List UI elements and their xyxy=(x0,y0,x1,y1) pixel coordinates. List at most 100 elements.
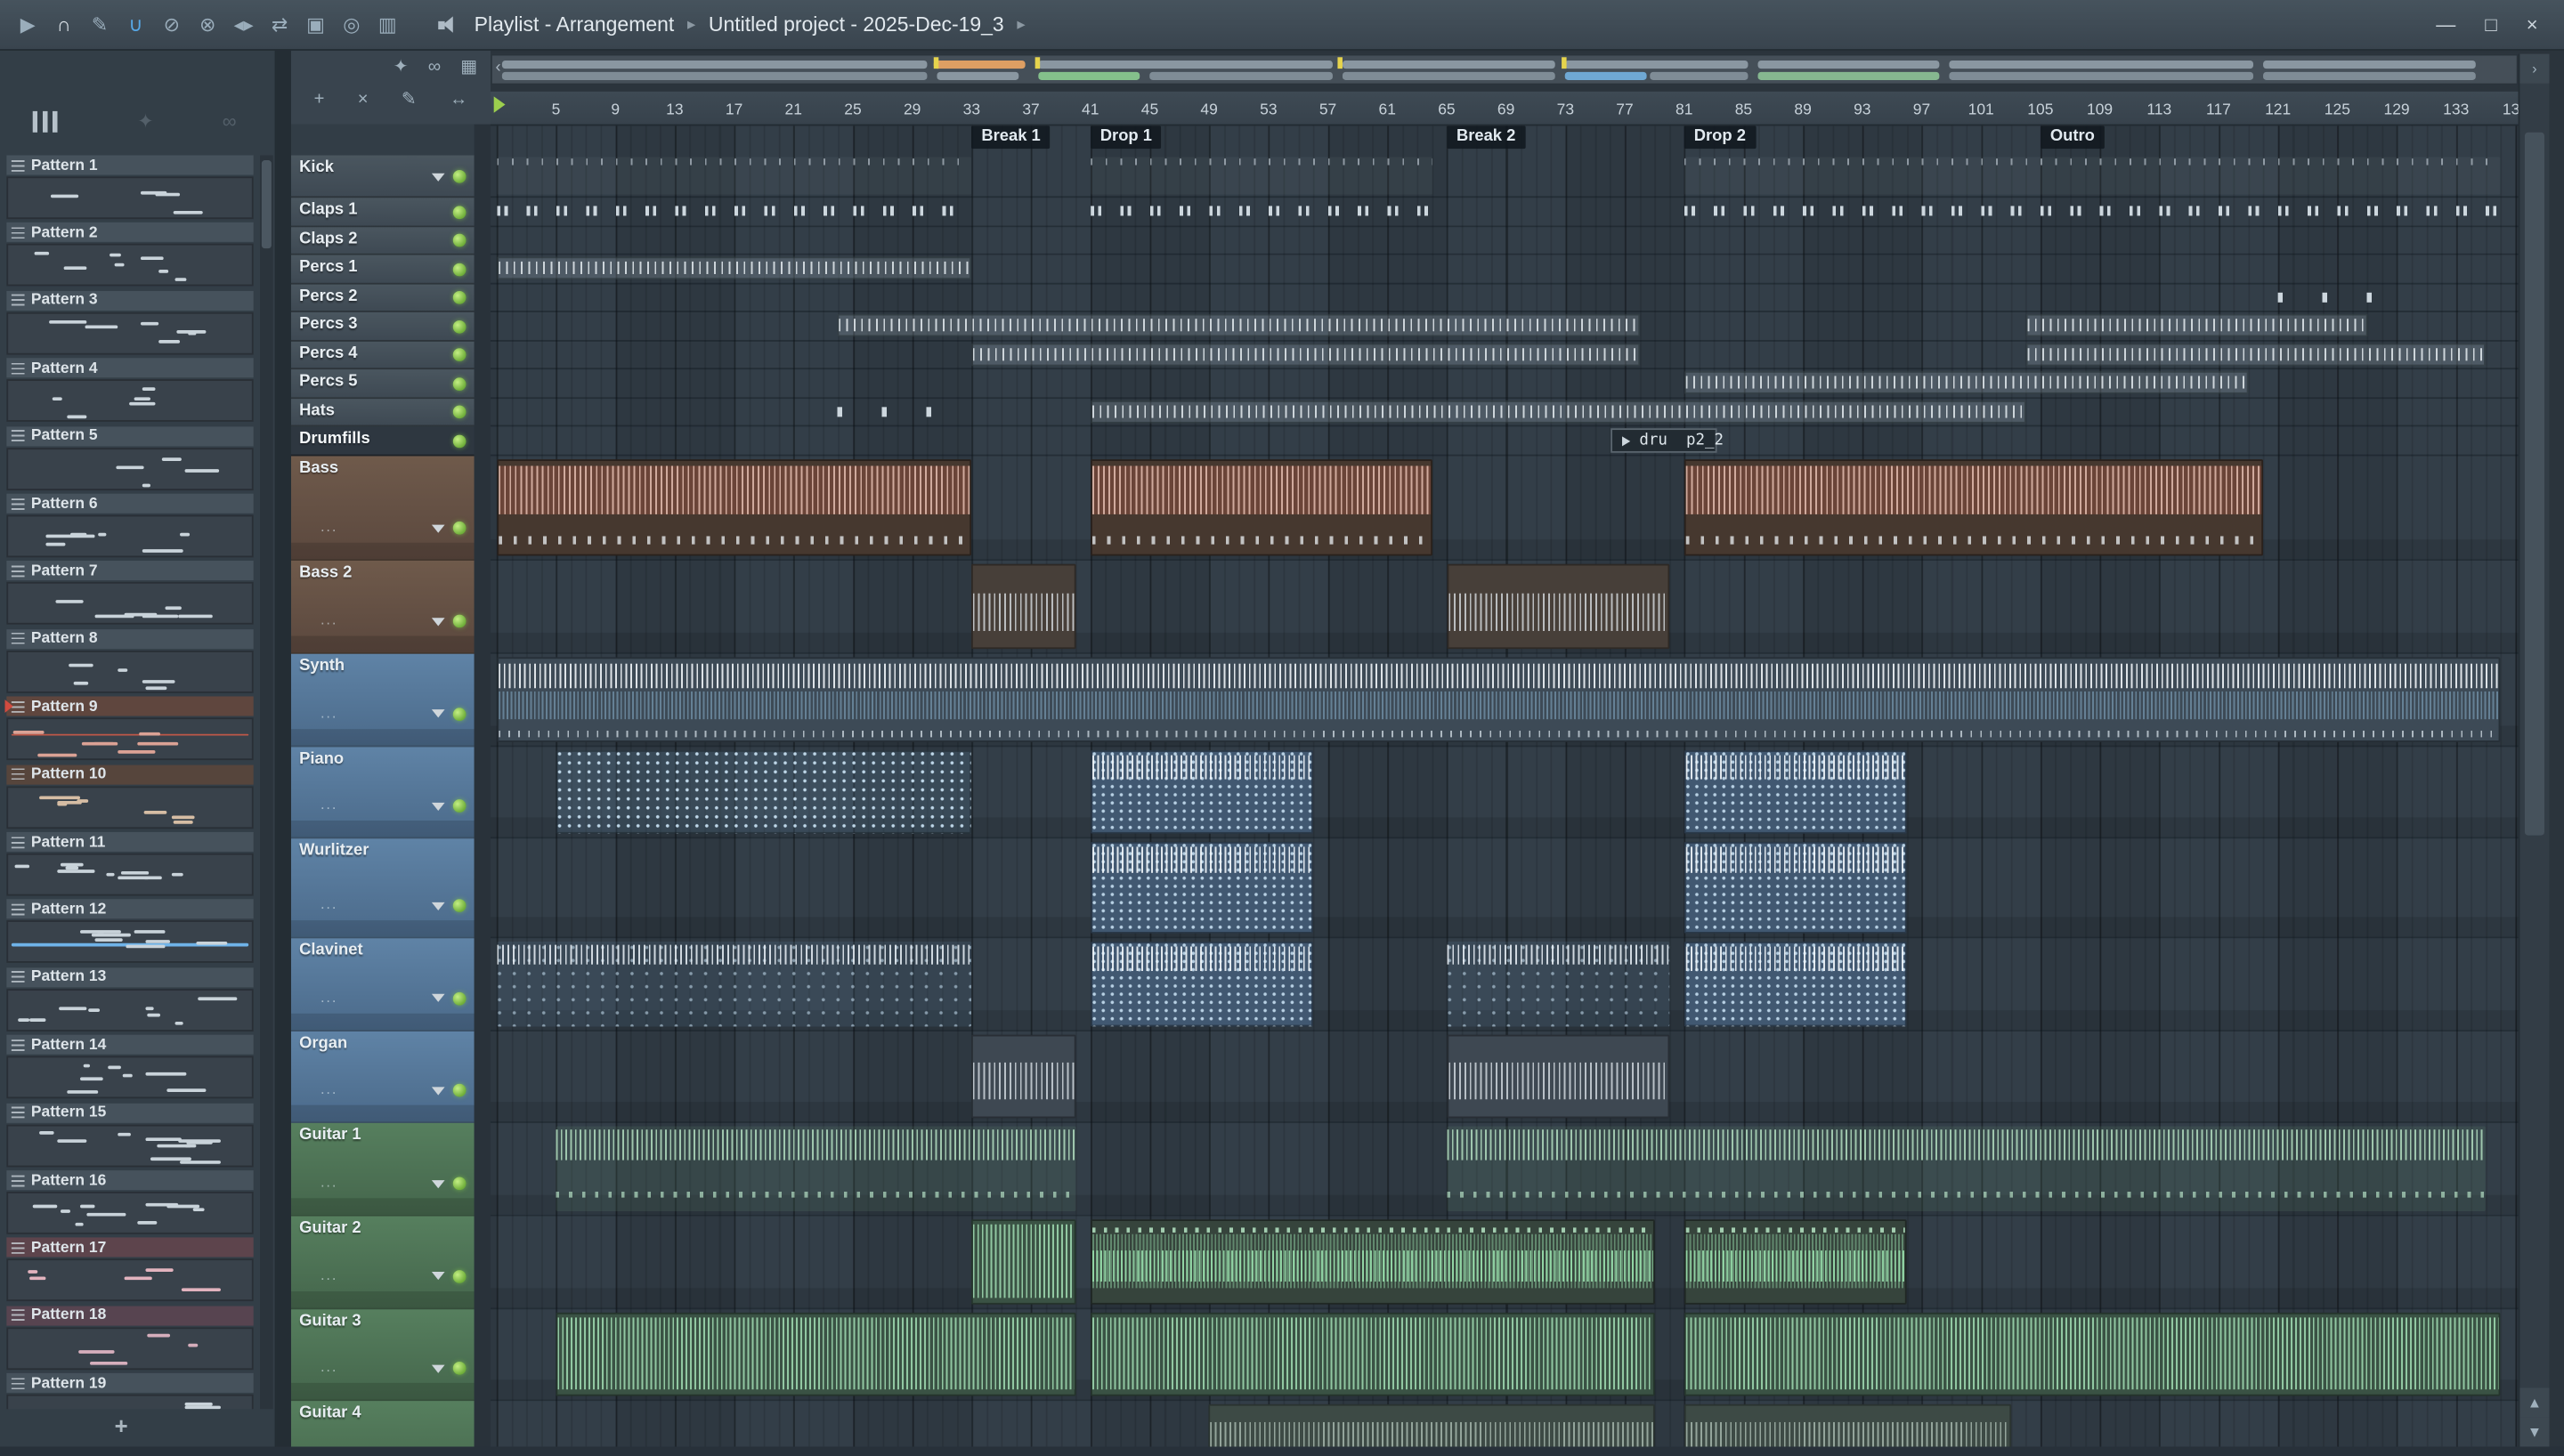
clip-guitar-3[interactable] xyxy=(556,1311,1076,1396)
pattern-item[interactable]: Pattern 13 xyxy=(6,967,254,1031)
full-view-icon[interactable]: ▣ xyxy=(297,13,333,36)
slide-tool-icon[interactable]: ✎ xyxy=(82,13,118,36)
clip-guitar-4[interactable] xyxy=(1209,1403,1655,1447)
clip-wurlitzer[interactable] xyxy=(1090,841,1313,934)
track-options-dots[interactable]: ... xyxy=(320,611,337,627)
track-options-dots[interactable]: ... xyxy=(320,1358,337,1374)
track-enable-led[interactable] xyxy=(452,899,467,912)
track-header-claps-1[interactable]: Claps 1 xyxy=(290,198,475,227)
pattern-item[interactable]: Pattern 1 xyxy=(6,155,254,220)
clip-guitar-3[interactable] xyxy=(1090,1311,1655,1396)
playlist-grid[interactable]: Break 1 Drop 1 Break 2 Drop 2 Outro dru p2_2 xyxy=(491,124,2519,1447)
dragged-clip-label[interactable]: dru p2_2 xyxy=(1610,428,1724,453)
track-options-dots[interactable]: ... xyxy=(320,704,337,720)
track-options-dots[interactable]: ... xyxy=(320,1174,337,1190)
clip-percs-3[interactable] xyxy=(838,313,1640,337)
clip-guitar-4[interactable] xyxy=(1684,1403,2011,1447)
clip-percs-3[interactable] xyxy=(2025,313,2367,337)
track-options-dots[interactable]: ... xyxy=(320,1266,337,1282)
clip-bass[interactable] xyxy=(1684,458,2263,556)
clip-hats[interactable] xyxy=(838,400,942,423)
clip-percs-4[interactable] xyxy=(2025,342,2487,366)
track-header-percs-4[interactable]: Percs 4 xyxy=(290,340,475,370)
scroll-up-button[interactable]: ▲ xyxy=(2519,1387,2550,1418)
pattern-item[interactable]: Pattern 6 xyxy=(6,493,254,558)
track-enable-led[interactable] xyxy=(452,170,467,183)
track-header-organ[interactable]: Organ... xyxy=(290,1031,475,1123)
track-header-clavinet[interactable]: Clavinet... xyxy=(290,938,475,1031)
close-button[interactable]: × xyxy=(2527,13,2538,36)
track-header-hats[interactable]: Hats xyxy=(290,398,475,427)
track-dropdown-icon[interactable] xyxy=(431,1086,445,1095)
clip-percs-2[interactable] xyxy=(2277,285,2382,309)
track-options-dots[interactable]: ... xyxy=(320,1080,337,1096)
clip-percs-5[interactable] xyxy=(1684,370,2249,394)
wand-icon[interactable]: ✦ xyxy=(394,55,409,77)
pattern-item[interactable]: Pattern 9 xyxy=(4,696,254,761)
pattern-item[interactable]: Pattern 15 xyxy=(6,1103,254,1167)
scroll-left-icon[interactable]: ‹ xyxy=(496,59,501,77)
pattern-item[interactable]: Pattern 12 xyxy=(6,899,254,964)
add-pattern-button[interactable]: + xyxy=(115,1412,128,1438)
clip-piano[interactable] xyxy=(1090,749,1313,834)
track-enable-led[interactable] xyxy=(452,1177,467,1191)
pattern-item[interactable]: Pattern 14 xyxy=(6,1034,254,1099)
track-enable-led[interactable] xyxy=(452,234,467,247)
step-arrows-icon[interactable]: ◂▸ xyxy=(225,13,261,36)
track-enable-led[interactable] xyxy=(452,348,467,362)
track-dropdown-icon[interactable] xyxy=(431,172,445,181)
track-enable-led[interactable] xyxy=(452,291,467,305)
clip-hats[interactable] xyxy=(1090,400,2026,423)
pattern-item[interactable]: Pattern 17 xyxy=(6,1238,254,1302)
pattern-item[interactable]: Pattern 4 xyxy=(6,358,254,423)
pattern-item[interactable]: Pattern 7 xyxy=(6,561,254,626)
clip-piano[interactable] xyxy=(1684,749,1907,834)
clip-piano[interactable] xyxy=(556,749,972,834)
clip-organ[interactable] xyxy=(1446,1033,1670,1119)
track-enable-led[interactable] xyxy=(452,376,467,391)
clip-clavinet[interactable] xyxy=(1684,941,1907,1026)
clip-kick[interactable] xyxy=(1684,157,2501,194)
track-header-piano[interactable]: Piano... xyxy=(290,746,475,839)
track-header-bass[interactable]: Bass... xyxy=(290,455,475,561)
track-header-guitar-4[interactable]: Guitar 4... xyxy=(290,1401,475,1447)
pattern-list-scrollbar[interactable] xyxy=(260,155,273,1410)
song-start-marker-icon[interactable] xyxy=(493,96,506,113)
fl-logo-icon[interactable]: ∩ xyxy=(45,13,81,36)
link-icon[interactable]: ∞ xyxy=(428,56,441,76)
track-options-dots[interactable]: ... xyxy=(320,896,337,912)
clip-percs-4[interactable] xyxy=(971,342,1640,366)
pattern-item[interactable]: Pattern 10 xyxy=(6,764,254,829)
track-enable-led[interactable] xyxy=(452,405,467,419)
pattern-item[interactable]: Pattern 8 xyxy=(6,628,254,693)
track-dropdown-icon[interactable] xyxy=(431,523,445,532)
draw-icon[interactable]: ✎ xyxy=(402,88,417,109)
pattern-item[interactable]: Pattern 19 xyxy=(6,1373,254,1410)
add-icon[interactable]: + xyxy=(314,89,325,109)
clip-bass[interactable] xyxy=(1090,458,1432,556)
track-dropdown-icon[interactable] xyxy=(431,801,445,811)
track-dropdown-icon[interactable] xyxy=(431,901,445,910)
track-enable-led[interactable] xyxy=(452,205,467,219)
track-lane-wurlitzer[interactable] xyxy=(491,838,2519,939)
track-enable-led[interactable] xyxy=(452,614,467,628)
clip-clavinet[interactable] xyxy=(496,941,972,1026)
track-header-synth[interactable]: Synth... xyxy=(290,653,475,747)
clip-guitar-2[interactable] xyxy=(971,1219,1076,1304)
pattern-item[interactable]: Pattern 3 xyxy=(6,290,254,355)
clip-percs-1[interactable] xyxy=(496,256,972,280)
track-header-bass-2[interactable]: Bass 2... xyxy=(290,561,475,654)
track-header-claps-2[interactable]: Claps 2 xyxy=(290,226,475,255)
clip-claps-1[interactable] xyxy=(1090,199,1432,222)
scroll-down-button[interactable]: ▼ xyxy=(2519,1417,2550,1447)
pattern-item[interactable]: Pattern 5 xyxy=(6,425,254,490)
track-header-guitar-3[interactable]: Guitar 3... xyxy=(290,1308,475,1402)
track-enable-led[interactable] xyxy=(452,707,467,721)
track-header-kick[interactable]: Kick xyxy=(290,155,475,198)
track-header-percs-5[interactable]: Percs 5 xyxy=(290,369,475,399)
mute-icon[interactable]: ⊗ xyxy=(190,13,225,36)
track-enable-led[interactable] xyxy=(452,1083,467,1097)
track-options-dots[interactable]: ... xyxy=(320,796,337,812)
track-header-percs-3[interactable]: Percs 3 xyxy=(290,311,475,341)
wand-icon[interactable]: ✦ xyxy=(137,109,153,133)
